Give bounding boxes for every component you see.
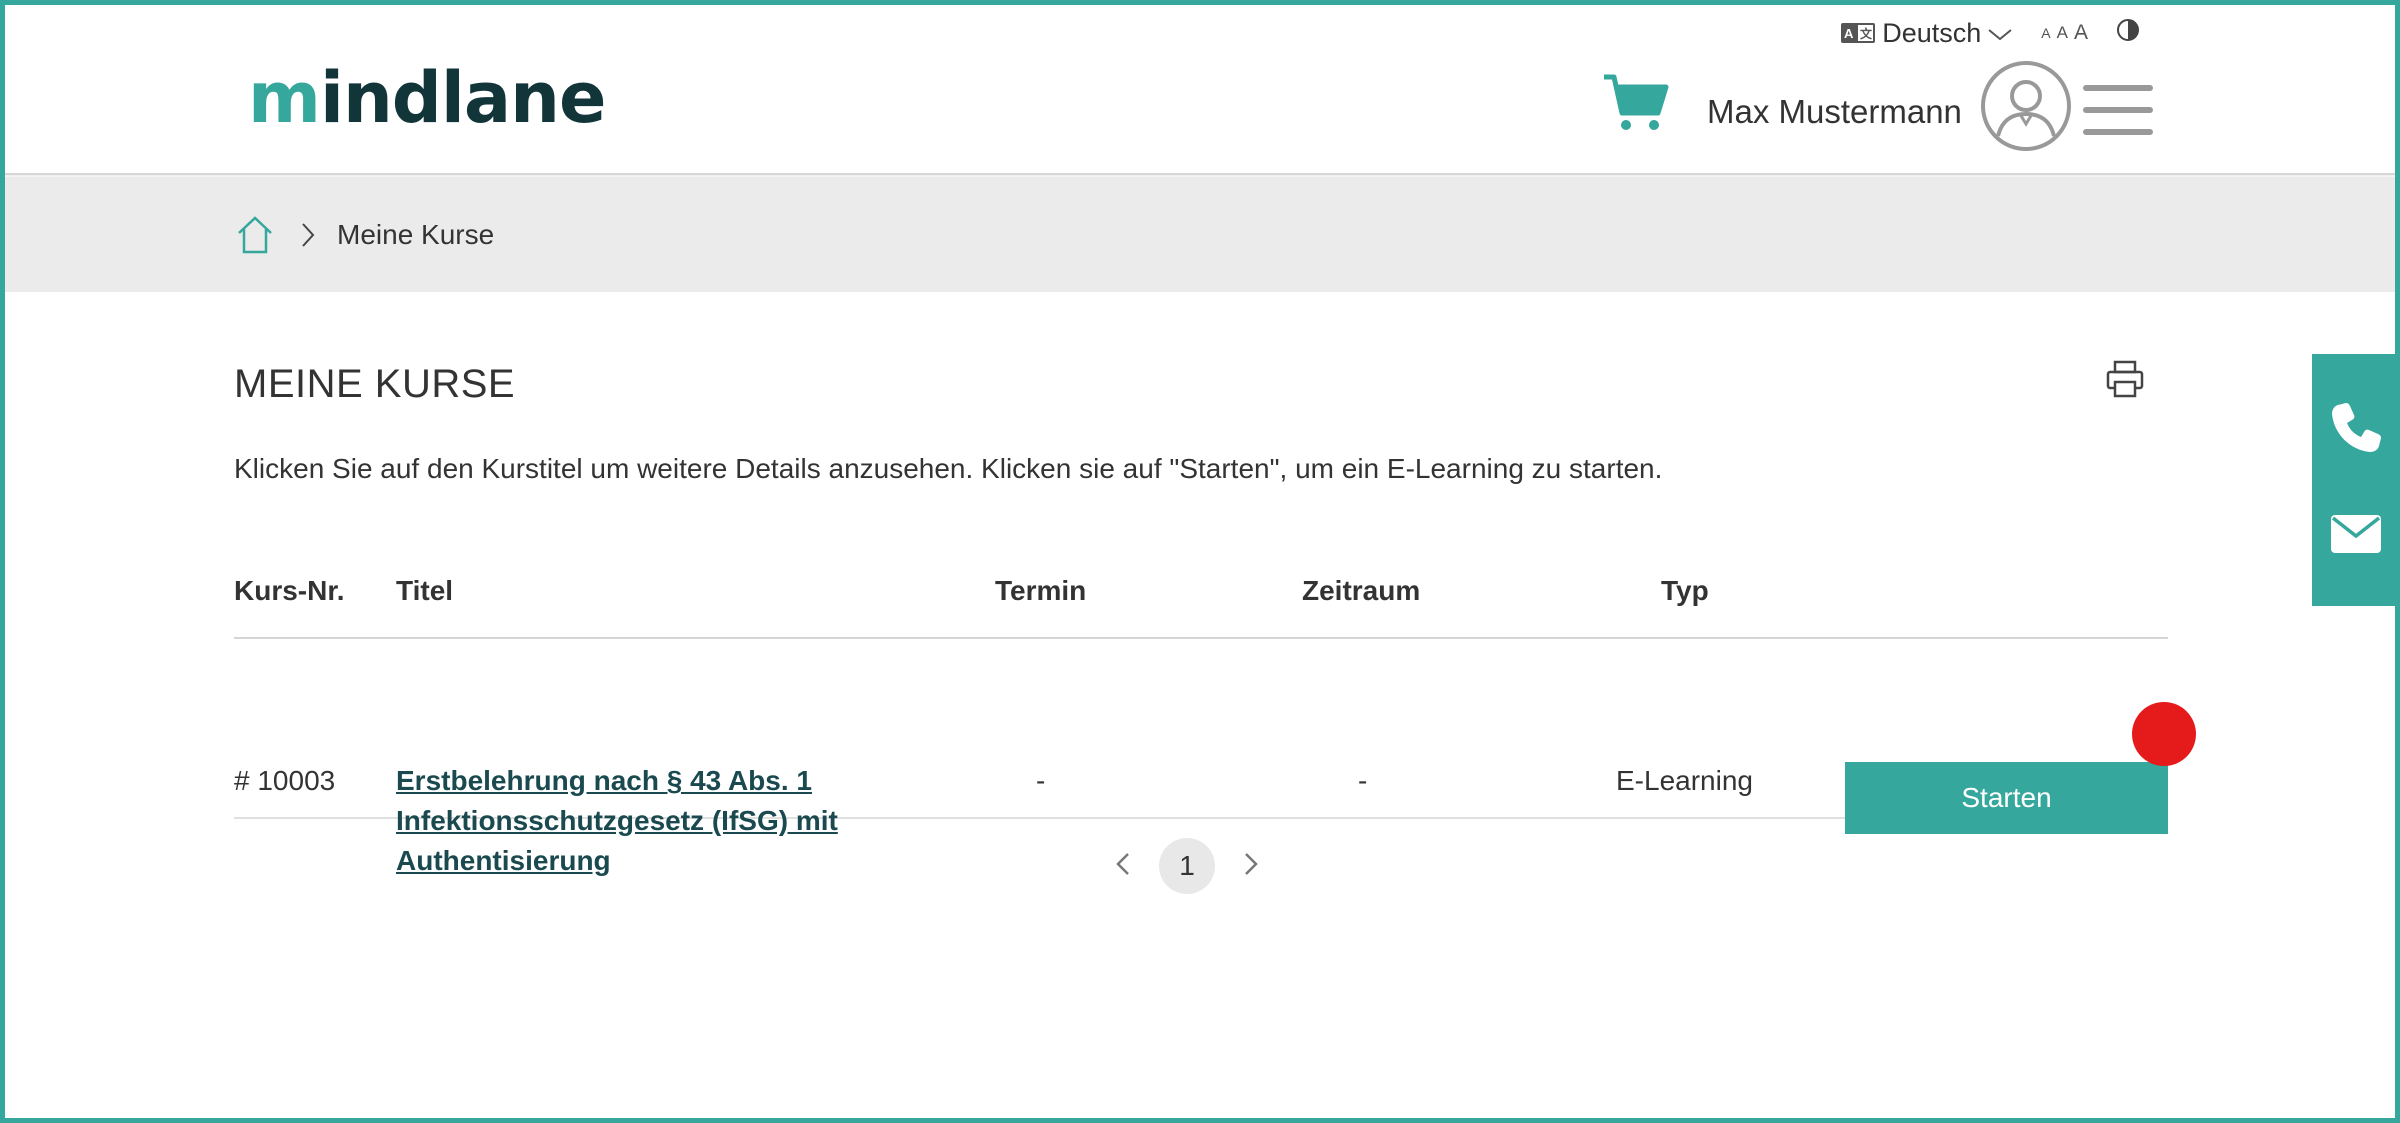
cursor-indicator xyxy=(2132,702,2196,766)
svg-text:文: 文 xyxy=(1860,26,1873,41)
svg-text:A: A xyxy=(1844,26,1854,41)
cell-typ: E-Learning xyxy=(1616,765,1753,796)
avatar-icon[interactable] xyxy=(1980,60,2072,157)
header-zeitraum: Zeitraum xyxy=(1302,575,1421,606)
breadcrumb: Meine Kurse xyxy=(5,177,2395,292)
hamburger-menu-icon[interactable] xyxy=(2083,85,2153,140)
chevron-right-icon xyxy=(301,222,315,248)
chevron-down-icon xyxy=(1987,18,2013,49)
chevron-left-icon[interactable] xyxy=(1115,851,1131,882)
pagination: 1 xyxy=(1115,838,1259,894)
language-selector[interactable]: A 文 Deutsch xyxy=(1840,18,2013,49)
start-button[interactable]: Starten xyxy=(1845,762,2168,834)
course-title-link[interactable]: Erstbelehrung nach § 43 Abs. 1 Infektion… xyxy=(396,761,866,881)
mindlane-logo[interactable]: mindlane xyxy=(248,57,606,139)
contrast-toggle[interactable] xyxy=(2116,18,2140,49)
contrast-icon xyxy=(2116,18,2140,49)
table-row: # 10003 Erstbelehrung nach § 43 Abs. 1 I… xyxy=(234,639,2168,876)
chevron-right-icon[interactable] xyxy=(1243,851,1259,882)
cell-zeitraum: - xyxy=(1358,765,1368,796)
language-icon: A 文 xyxy=(1840,22,1876,44)
courses-table: Kurs-Nr. Titel Termin Zeitraum Typ # 100… xyxy=(234,545,2168,876)
header-titel: Titel xyxy=(396,575,454,606)
print-icon[interactable] xyxy=(2106,360,2144,403)
table-header: Kurs-Nr. Titel Termin Zeitraum Typ xyxy=(234,545,2168,639)
font-size-medium: A xyxy=(2056,23,2068,42)
page-title: MEINE KURSE xyxy=(234,362,516,406)
utility-bar: A 文 Deutsch AAA xyxy=(1840,13,2140,53)
header-kurs-nr: Kurs-Nr. xyxy=(234,575,345,606)
font-size-toggle[interactable]: AAA xyxy=(2041,21,2088,45)
cart-icon[interactable] xyxy=(1602,73,1670,138)
breadcrumb-current: Meine Kurse xyxy=(337,218,495,250)
font-size-small: A xyxy=(2041,25,2051,41)
header-typ: Typ xyxy=(1661,575,1709,606)
phone-icon[interactable] xyxy=(2330,402,2382,459)
intro-text: Klicken Sie auf den Kurstitel um weitere… xyxy=(234,453,1663,484)
home-icon[interactable] xyxy=(237,215,273,254)
header-termin: Termin xyxy=(995,575,1087,606)
contact-sidebar xyxy=(2312,354,2400,606)
user-name[interactable]: Max Mustermann xyxy=(1707,93,1962,131)
mail-icon[interactable] xyxy=(2330,514,2382,559)
cell-termin: - xyxy=(1036,765,1046,796)
page-number-current[interactable]: 1 xyxy=(1159,838,1215,894)
language-label: Deutsch xyxy=(1882,17,1982,48)
cell-kurs-nr: # 10003 xyxy=(234,765,336,796)
font-size-large: A xyxy=(2073,21,2088,44)
site-header: A 文 Deutsch AAA mindlane Max Mustermann xyxy=(5,5,2395,175)
